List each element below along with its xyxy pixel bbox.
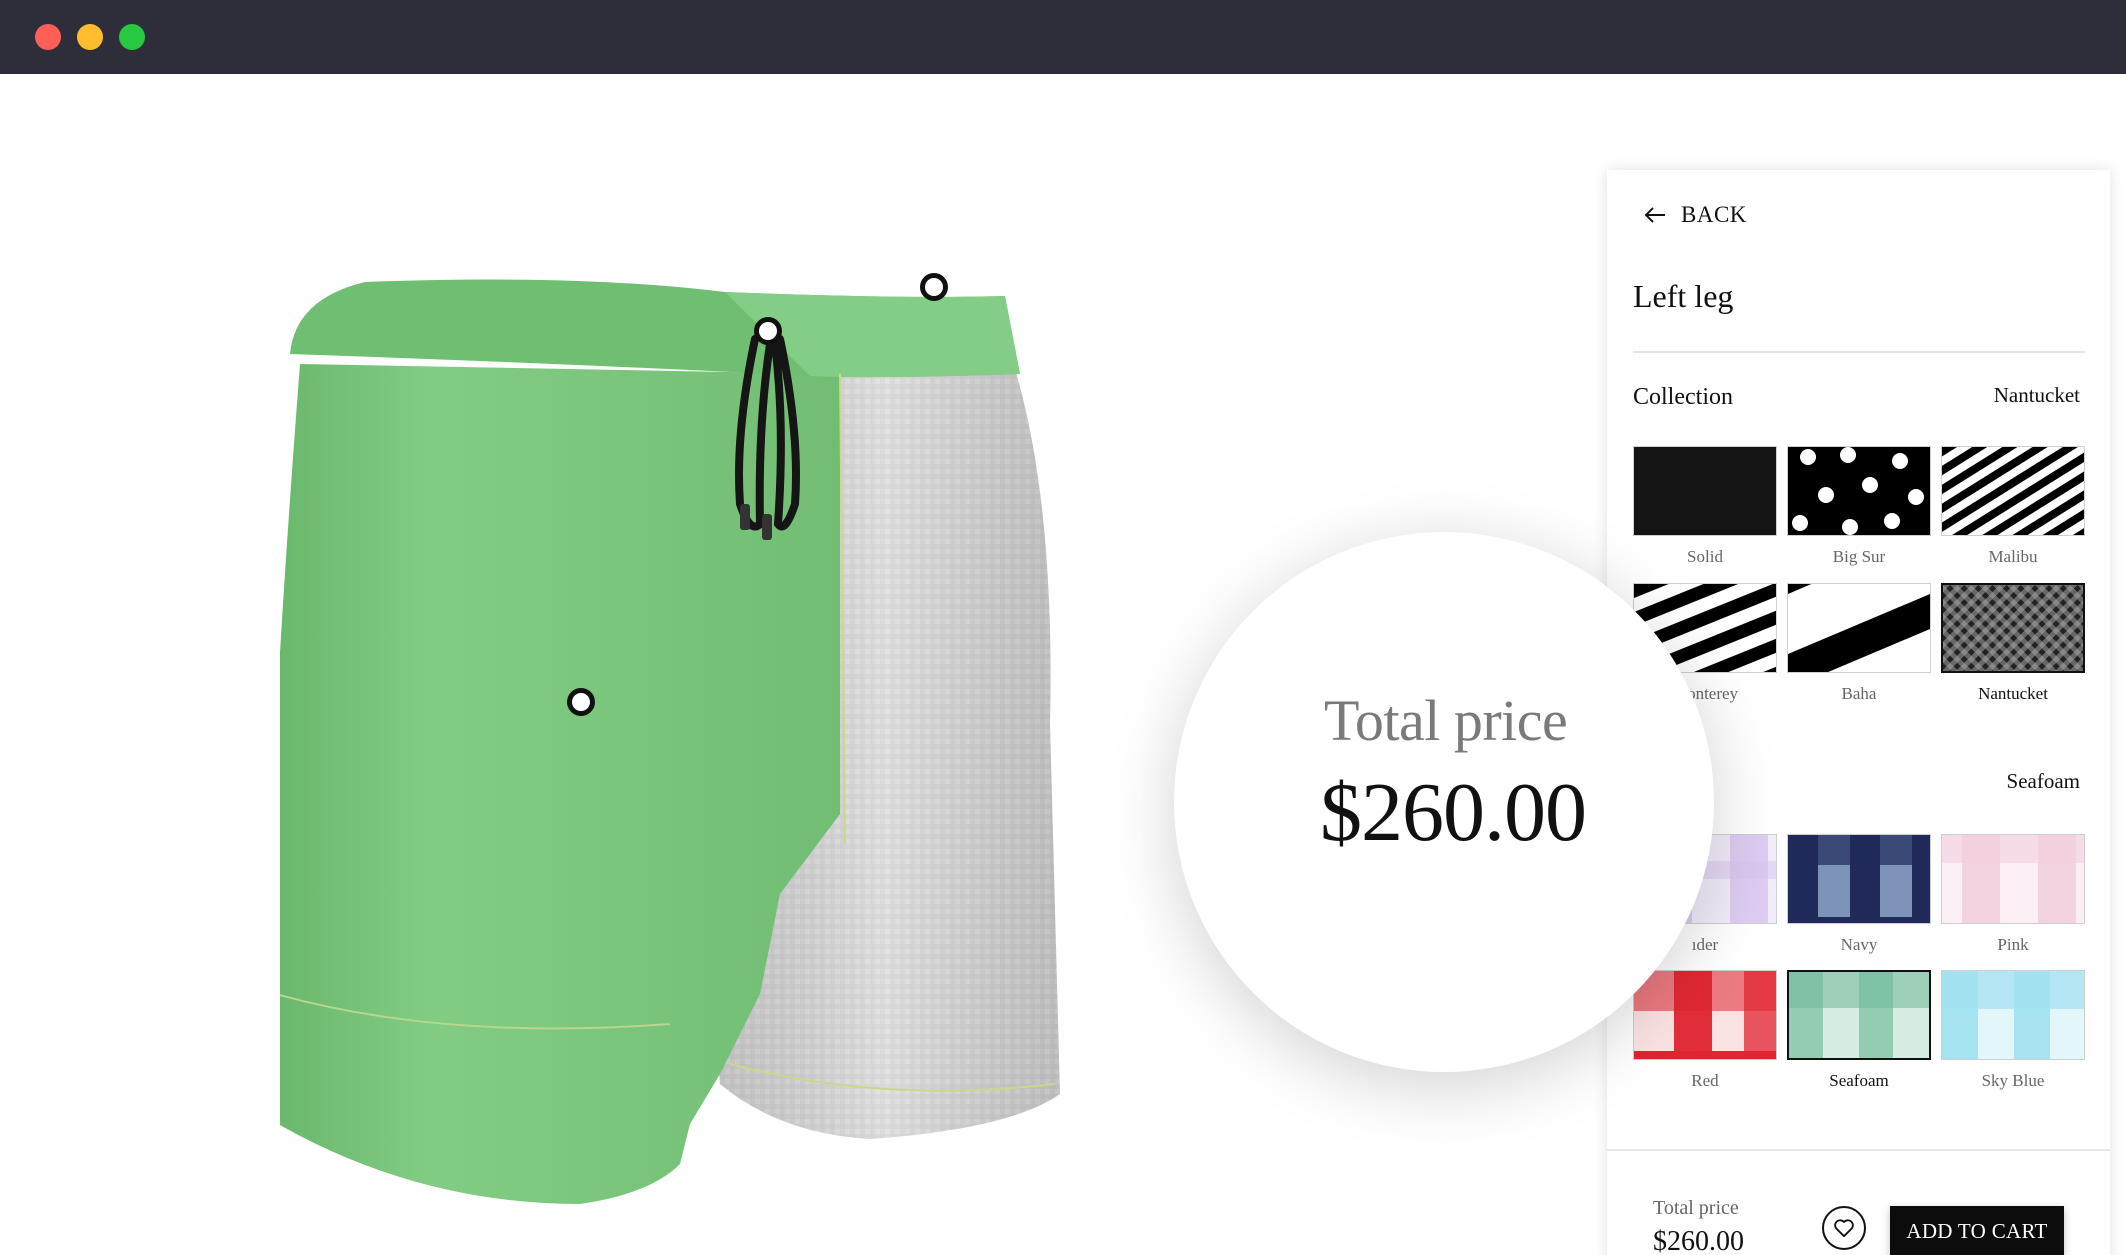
footer-divider [1607, 1149, 2110, 1151]
back-label: BACK [1681, 202, 1747, 227]
close-window-button[interactable] [35, 24, 61, 50]
color-name: Seafoam [1829, 1071, 1889, 1090]
color-swatch-navy[interactable]: Navy [1787, 834, 1931, 962]
color-swatch-red[interactable]: Red [1633, 970, 1777, 1098]
color-swatch-sky-blue[interactable]: Sky Blue [1941, 970, 2085, 1098]
price-magnifier: Total price $260.00 [1174, 532, 1714, 1072]
color-selected-value: Seafoam [2006, 769, 2080, 793]
hotspot-drawcord[interactable] [754, 317, 782, 345]
back-button[interactable]: BACK [1643, 195, 1747, 235]
hotspot-left-leg[interactable] [567, 688, 595, 716]
collection-selected-value: Nantucket [1993, 383, 2080, 407]
shorts-3d-preview[interactable] [280, 204, 1080, 1254]
pattern-name: Solid [1687, 547, 1723, 566]
panel-title: Left leg [1633, 278, 1734, 314]
pattern-swatch-solid[interactable]: Solid [1633, 446, 1777, 574]
minimize-window-button[interactable] [77, 24, 103, 50]
hotspot-waistband[interactable] [920, 273, 948, 301]
color-swatch-seafoam[interactable]: Seafoam [1787, 970, 1931, 1098]
configurator-viewport: Total price $260.00 BACK Left leg Collec… [0, 74, 2126, 1255]
pattern-swatch-big-sur[interactable]: Big Sur [1787, 446, 1931, 574]
arrow-left-icon [1644, 207, 1665, 223]
pattern-name: Big Sur [1832, 547, 1886, 566]
pattern-swatch-malibu[interactable]: Malibu [1941, 446, 2085, 574]
add-to-cart-button[interactable]: ADD TO CART [1890, 1206, 2064, 1255]
color-name: Navy [1840, 935, 1878, 954]
title-divider [1633, 351, 2085, 353]
pattern-name: Baha [1841, 684, 1877, 703]
color-name: Red [1691, 1071, 1719, 1090]
magnifier-price-value: $260.00 [1320, 766, 1587, 859]
pattern-name: Nantucket [1978, 684, 2048, 703]
total-price-value: $260.00 [1653, 1226, 1744, 1255]
total-price-label: Total price [1653, 1197, 1739, 1219]
color-name: Sky Blue [1981, 1071, 2045, 1090]
maximize-window-button[interactable] [119, 24, 145, 50]
window-titlebar [0, 0, 2126, 74]
favorite-button[interactable] [1822, 1206, 1866, 1250]
pattern-swatch-baha[interactable]: Baha [1787, 583, 1931, 711]
color-name: Pink [1997, 935, 2029, 954]
collection-label: Collection [1633, 384, 1733, 410]
pattern-name: Malibu [1988, 547, 2038, 566]
color-swatch-pink[interactable]: Pink [1941, 834, 2085, 962]
heart-icon [1834, 1219, 1854, 1238]
magnifier-price-label: Total price [1324, 688, 1568, 753]
pattern-swatch-nantucket[interactable]: Nantucket [1941, 583, 2085, 711]
